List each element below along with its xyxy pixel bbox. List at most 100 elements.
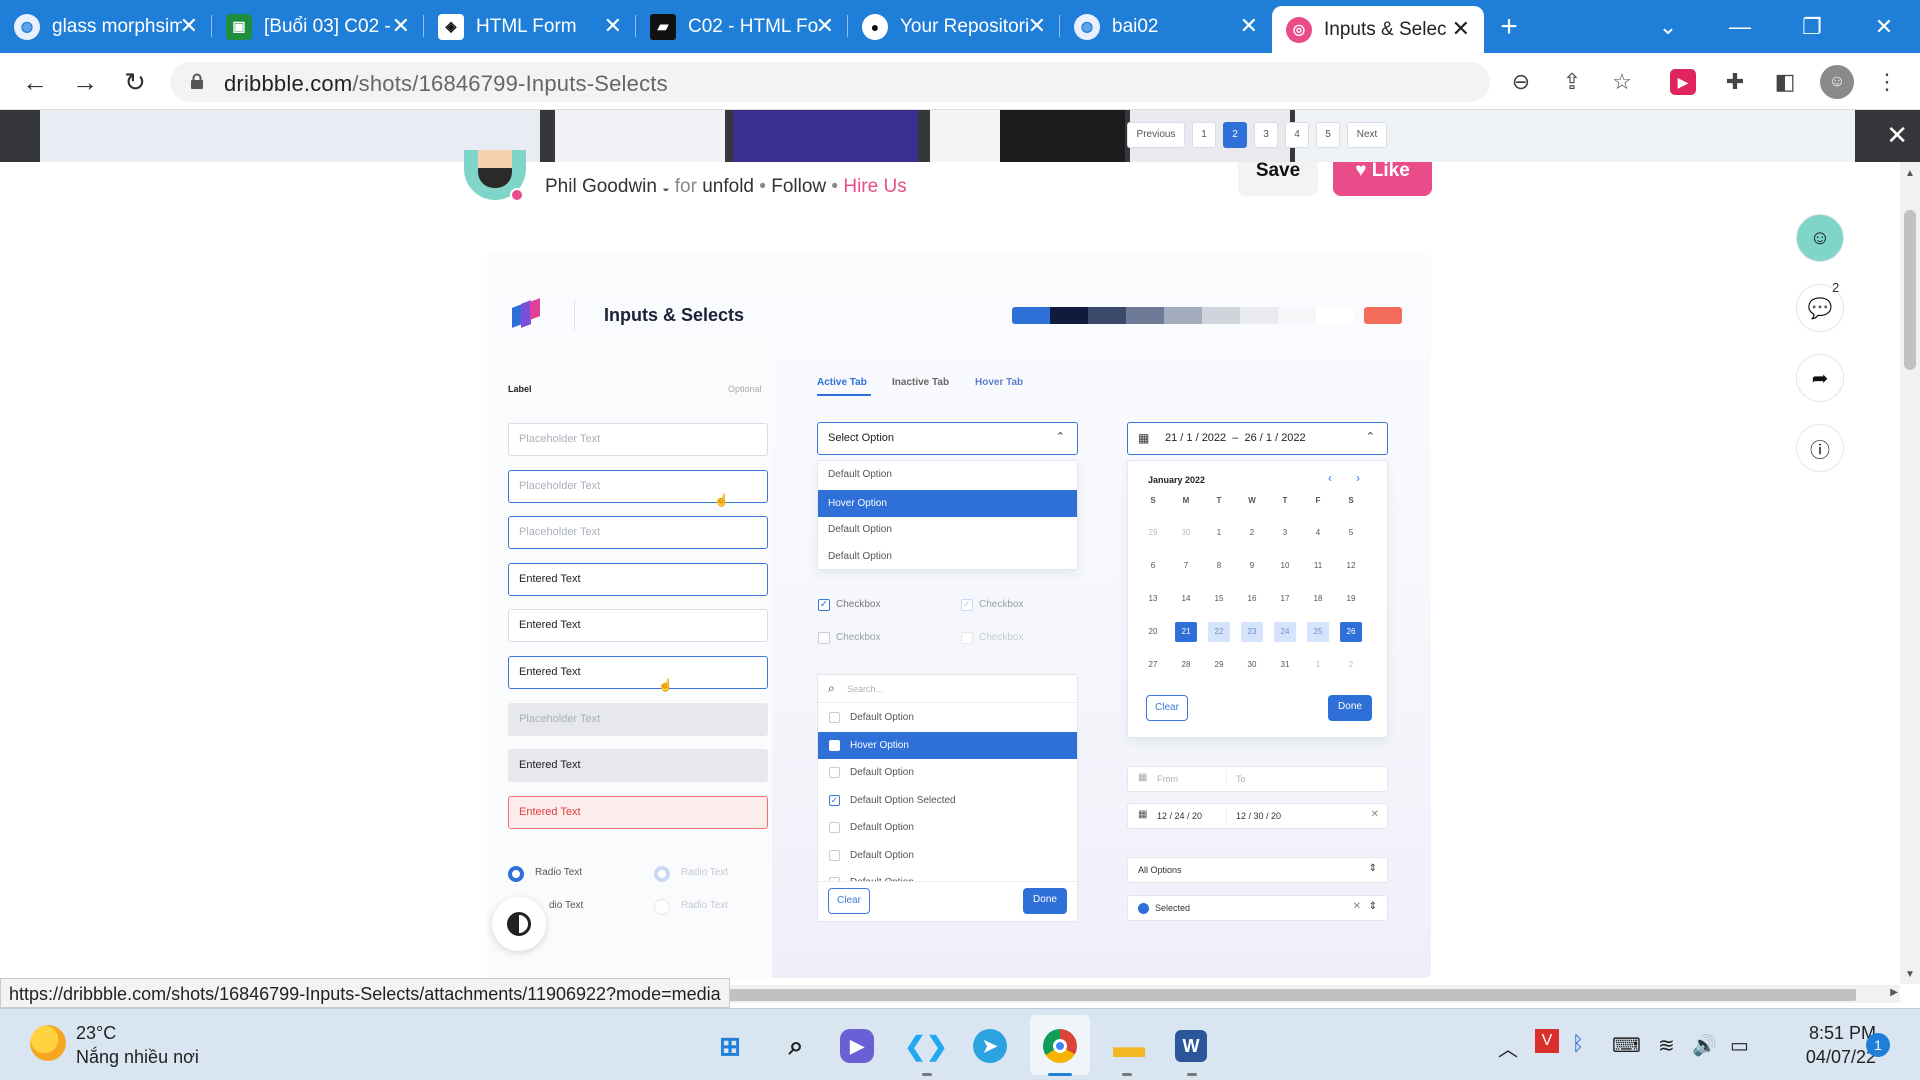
radio-selected[interactable] bbox=[508, 866, 524, 882]
calendar-day[interactable]: 22 bbox=[1208, 622, 1230, 642]
calendar-day[interactable]: 1 bbox=[1307, 655, 1329, 675]
clear-x-icon[interactable]: ✕ bbox=[1353, 901, 1361, 912]
zoom-out-icon[interactable]: ⊖ bbox=[1504, 65, 1538, 99]
date-from-to-empty[interactable]: ▦ From To bbox=[1127, 766, 1388, 792]
thumbnail[interactable] bbox=[930, 110, 1000, 162]
word-icon[interactable]: W bbox=[1175, 1030, 1207, 1062]
clear-x-icon[interactable]: ✕ bbox=[1371, 809, 1379, 820]
browser-tab[interactable]: ▣ [Buổi 03] C02 - ✕ bbox=[212, 0, 424, 53]
minimize-button[interactable]: — bbox=[1704, 0, 1776, 53]
calendar-day[interactable]: 2 bbox=[1340, 655, 1362, 675]
calendar-day[interactable]: 5 bbox=[1340, 523, 1362, 543]
calendar-day[interactable]: 20 bbox=[1142, 622, 1164, 642]
menu-icon[interactable]: ⋮ bbox=[1870, 65, 1904, 99]
calendar-day[interactable]: 29 bbox=[1142, 523, 1164, 543]
chevron-right-icon[interactable]: › bbox=[1356, 471, 1360, 485]
forward-icon[interactable]: → bbox=[68, 65, 102, 99]
calendar-day[interactable]: 25 bbox=[1307, 622, 1329, 642]
checkbox-checked-disabled[interactable]: ✓ bbox=[961, 599, 973, 611]
calendar-day[interactable]: 21 bbox=[1175, 622, 1197, 642]
select-dropdown[interactable]: Select Option ⌃ bbox=[817, 422, 1078, 455]
scroll-down-icon[interactable]: ▼ bbox=[1905, 969, 1915, 980]
scroll-up-icon[interactable]: ▲ bbox=[1905, 168, 1915, 179]
text-input[interactable]: Entered Text bbox=[508, 749, 768, 783]
weather-desc[interactable]: Nắng nhiều nơi bbox=[76, 1047, 199, 1068]
save-button[interactable]: Save bbox=[1238, 161, 1318, 196]
tab-active[interactable]: Active Tab bbox=[817, 377, 867, 388]
multiselect-option[interactable]: Default Option bbox=[818, 814, 1077, 841]
browser-tab[interactable]: ▰ C02 - HTML Fo ✕ bbox=[636, 0, 848, 53]
checkbox-unchecked[interactable] bbox=[818, 632, 830, 644]
bluetooth-icon[interactable]: ᛒ bbox=[1572, 1033, 1584, 1056]
close-window-button[interactable]: ✕ bbox=[1848, 0, 1920, 53]
calendar-day[interactable]: 1 bbox=[1208, 523, 1230, 543]
share-arrow-icon[interactable]: ➦ bbox=[1796, 354, 1844, 402]
select-option-hover[interactable]: Hover Option bbox=[818, 490, 1077, 517]
vertical-scrollbar[interactable]: ▲ ▼ bbox=[1900, 162, 1920, 984]
telegram-icon[interactable]: ➤ bbox=[973, 1029, 1007, 1063]
calendar-day[interactable]: 18 bbox=[1307, 589, 1329, 609]
calendar-day[interactable]: 15 bbox=[1208, 589, 1230, 609]
date-range-input[interactable]: ▦ 21 / 1 / 2022 – 26 / 1 / 2022 ⌃ bbox=[1127, 422, 1388, 455]
restore-button[interactable]: ❐ bbox=[1776, 0, 1848, 53]
date-from-to-filled[interactable]: ▦ 12 / 24 / 20 12 / 30 / 20 ✕ bbox=[1127, 803, 1388, 829]
checkbox-unchecked[interactable] bbox=[829, 712, 840, 723]
multiselect-option-hover[interactable]: Hover Option bbox=[818, 731, 1077, 759]
checkbox-unchecked[interactable] bbox=[829, 849, 840, 861]
side-panel-icon[interactable]: ◧ bbox=[1768, 65, 1802, 99]
info-icon[interactable]: ⓘ bbox=[1796, 424, 1844, 472]
calendar-day[interactable]: 11 bbox=[1307, 556, 1329, 576]
text-input[interactable]: Entered Text bbox=[508, 609, 768, 643]
calendar-day[interactable]: 26 bbox=[1340, 622, 1362, 642]
close-icon[interactable]: ✕ bbox=[604, 13, 622, 39]
browser-tab-active[interactable]: ◎ Inputs & Selec ✕ bbox=[1272, 6, 1484, 53]
hire-us-link[interactable]: Hire Us bbox=[843, 176, 906, 197]
done-button[interactable]: Done bbox=[1023, 888, 1067, 914]
close-icon[interactable]: ✕ bbox=[1028, 13, 1046, 39]
calendar-day[interactable]: 8 bbox=[1208, 556, 1230, 576]
multiselect-option[interactable]: Default Option bbox=[818, 759, 1077, 786]
thumbnail[interactable] bbox=[555, 110, 725, 162]
checkbox-unchecked[interactable] bbox=[829, 822, 840, 833]
calendar-day[interactable]: 12 bbox=[1340, 556, 1362, 576]
selected-select[interactable]: Selected ✕ ⇕ bbox=[1127, 895, 1388, 921]
multiselect-option-selected[interactable]: ✓ Default Option Selected bbox=[818, 787, 1077, 814]
pagination-page[interactable]: 4 bbox=[1285, 122, 1309, 148]
weather-temp[interactable]: 23°C bbox=[76, 1023, 116, 1044]
browser-tab[interactable]: ◍ glass morphsim ✕ bbox=[0, 0, 212, 53]
scroll-thumb[interactable] bbox=[1904, 210, 1916, 370]
text-input[interactable]: Entered Text bbox=[508, 795, 768, 829]
checkbox-unchecked-disabled[interactable] bbox=[961, 632, 973, 644]
tab-hover[interactable]: Hover Tab bbox=[975, 377, 1023, 388]
radio-unselected[interactable] bbox=[654, 899, 670, 915]
clear-button[interactable]: Clear bbox=[828, 888, 870, 914]
tab-search-icon[interactable]: ⌄ bbox=[1632, 0, 1704, 53]
browser-tab[interactable]: ◈ HTML Form ✕ bbox=[424, 0, 636, 53]
pagination-page[interactable]: 1 bbox=[1192, 122, 1216, 148]
browser-tab[interactable]: ◍ bai02 ✕ bbox=[1060, 0, 1272, 53]
search-input[interactable]: Search... bbox=[847, 684, 883, 694]
calendar-day[interactable]: 13 bbox=[1142, 589, 1164, 609]
extension-icon[interactable]: ▶ bbox=[1670, 69, 1696, 95]
calendar-day[interactable]: 14 bbox=[1175, 589, 1197, 609]
text-input[interactable]: Placeholder Text bbox=[508, 516, 768, 550]
calendar-clear-button[interactable]: Clear bbox=[1146, 695, 1188, 721]
multiselect-option[interactable]: Default Option bbox=[818, 842, 1077, 869]
notification-badge[interactable]: 1 bbox=[1866, 1033, 1890, 1057]
thumbnail[interactable] bbox=[1000, 110, 1125, 162]
url-field[interactable]: dribbble.com/shots/16846799-Inputs-Selec… bbox=[170, 62, 1490, 102]
back-icon[interactable]: ← bbox=[18, 65, 52, 99]
checkbox-checked[interactable]: ✓ bbox=[818, 599, 830, 611]
calendar-day[interactable]: 10 bbox=[1274, 556, 1296, 576]
teams-chat-icon[interactable]: ▶ bbox=[840, 1029, 874, 1063]
clock-time[interactable]: 8:51 PM bbox=[1790, 1023, 1876, 1044]
calendar-day[interactable]: 17 bbox=[1274, 589, 1296, 609]
calendar-day[interactable]: 3 bbox=[1274, 523, 1296, 543]
pagination-page[interactable]: 3 bbox=[1254, 122, 1278, 148]
checkbox-unchecked[interactable] bbox=[829, 767, 840, 778]
wifi-icon[interactable]: ≋ bbox=[1658, 1033, 1675, 1058]
team-name[interactable]: unfold bbox=[702, 176, 754, 197]
weather-icon[interactable] bbox=[30, 1025, 66, 1061]
close-icon[interactable]: ✕ bbox=[180, 13, 198, 39]
all-options-select[interactable]: All Options ⇕ bbox=[1127, 857, 1388, 883]
